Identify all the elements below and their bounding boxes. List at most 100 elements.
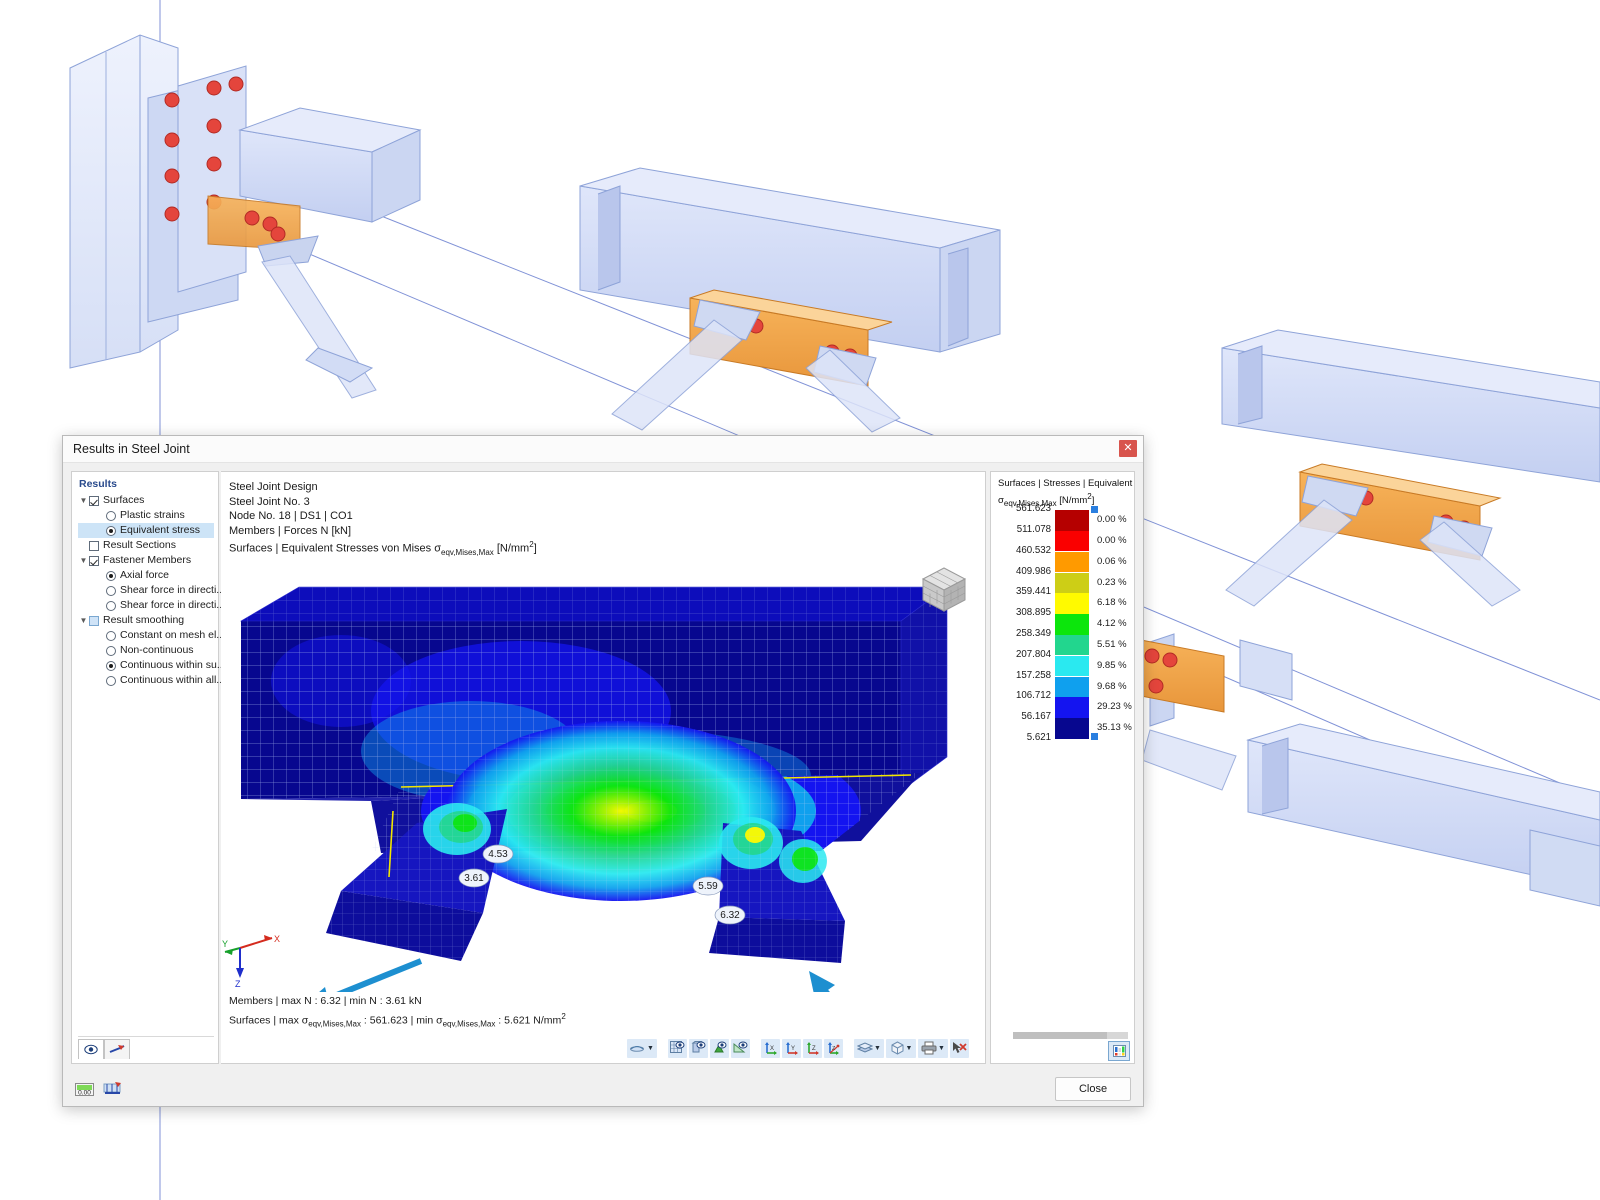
right-joint-assembly (1119, 329, 1600, 907)
axis-xyz-icon: Z (826, 1041, 841, 1055)
tree-item-continuous-within-all[interactable]: ▼Continuous within all... (78, 673, 225, 688)
tree-item-label: Continuous within su... (120, 659, 226, 671)
info-line-members: Members | Forces N [kN] (229, 524, 352, 537)
radio-button[interactable] (106, 630, 116, 641)
legend-min-marker (1091, 733, 1098, 741)
show-sections-button[interactable] (731, 1038, 750, 1058)
checkbox[interactable] (89, 555, 99, 566)
radio-button[interactable] (106, 600, 116, 611)
deselect-button[interactable] (950, 1038, 969, 1058)
radio-button[interactable] (106, 675, 116, 686)
tree-item-constant-on-mesh-el[interactable]: ▼Constant on mesh el... (78, 628, 225, 643)
status-surfaces: Surfaces | max σeqv,Mises,Max : 561.623 … (229, 1012, 566, 1029)
show-nodes-button[interactable] (710, 1038, 729, 1058)
status-members: Members | max N : 6.32 | min N : 3.61 kN (229, 995, 422, 1008)
legend-percent: 9.68 % (1097, 680, 1127, 692)
legend-color-swatch (1055, 635, 1089, 656)
close-icon[interactable]: ✕ (1119, 440, 1137, 457)
legend-color-swatch (1055, 676, 1089, 697)
legend-scale[interactable]: 561.623 0.00 % 511.078 0.00 % 460.532 0.06 % 4… (991, 503, 1134, 1039)
arrow-result-icon[interactable] (104, 1039, 130, 1059)
view-cube-icon[interactable] (915, 563, 973, 617)
radio-button[interactable] (106, 525, 116, 536)
render-mode-button[interactable]: ▼ (627, 1038, 657, 1058)
legend-boundary-value: 56.167 (1021, 711, 1051, 723)
tree-item-plastic-strains[interactable]: ▼Plastic strains (78, 508, 214, 523)
tree-footer-tabs (78, 1036, 214, 1059)
checkbox[interactable] (89, 495, 99, 506)
view-in-x-button[interactable]: X (761, 1038, 780, 1058)
tree-heading: Results (79, 478, 117, 490)
checkbox[interactable] (89, 615, 99, 626)
tree-item-shear-force-in-directi[interactable]: ▼Shear force in directi... (78, 583, 225, 598)
show-surfaces-button[interactable] (668, 1038, 687, 1058)
tree-item-non-continuous[interactable]: ▼Non-continuous (78, 643, 214, 658)
left-column-assembly (69, 34, 422, 399)
legend-color-swatch (1055, 593, 1089, 614)
chevron-down-icon[interactable]: ▼ (78, 496, 89, 505)
middle-joint-assembly (579, 167, 1001, 433)
axis-x-label: X (274, 934, 280, 944)
view-in-y-button[interactable]: Y (782, 1038, 801, 1058)
numeric-values-icon[interactable]: 0.00 (73, 1079, 95, 1099)
layers-button[interactable]: ▼ (854, 1038, 884, 1058)
cursor-cancel-icon (952, 1041, 967, 1055)
print-button[interactable]: ▼ (918, 1038, 948, 1058)
radio-button[interactable] (106, 510, 116, 521)
tree-item-result-sections[interactable]: ▼Result Sections (78, 538, 214, 553)
tree-item-result-smoothing[interactable]: ▼ Result smoothing (78, 613, 214, 628)
radio-button[interactable] (106, 570, 116, 581)
chevron-down-icon[interactable]: ▼ (647, 1045, 654, 1052)
tree-item-label: Shear force in directi... (120, 599, 226, 611)
legend-boundary-value: 308.895 (1015, 607, 1051, 619)
legend-settings-icon[interactable] (1108, 1041, 1130, 1061)
legend-boundary-value: 460.532 (1015, 544, 1051, 556)
radio-button[interactable] (106, 645, 116, 656)
fem-result-viewport[interactable]: 4.53 3.61 5.59 6.32 X Y Z (221, 561, 985, 993)
checkbox[interactable] (89, 540, 99, 551)
chevron-down-icon[interactable]: ▼ (78, 616, 89, 625)
close-button[interactable]: Close (1055, 1077, 1131, 1101)
eye-icon[interactable] (78, 1039, 104, 1059)
tree-item-label: Fastener Members (103, 554, 192, 566)
legend-band: 359.441 6.18 % (991, 586, 1134, 614)
legend-percent: 0.06 % (1097, 555, 1127, 567)
tree-item-axial-force[interactable]: ▼Axial force (78, 568, 214, 583)
chevron-down-icon[interactable]: ▼ (874, 1045, 881, 1052)
legend-percent: 0.00 % (1097, 535, 1127, 547)
legend-boundary-value: 409.986 (1015, 565, 1051, 577)
chevron-down-icon[interactable]: ▼ (938, 1045, 945, 1052)
legend-band: 460.532 0.06 % (991, 545, 1134, 573)
svg-text:5.59: 5.59 (698, 881, 718, 892)
radio-button[interactable] (106, 660, 116, 671)
svg-text:X: X (770, 1046, 774, 1052)
tree-item-continuous-within-su[interactable]: ▼Continuous within su... (78, 658, 226, 673)
legend-color-swatch (1055, 572, 1089, 593)
legend-scrollbar-thumb[interactable] (1013, 1032, 1108, 1039)
view-isometric-button[interactable]: Z (824, 1038, 843, 1058)
view-in-z-button[interactable]: Z (803, 1038, 822, 1058)
chevron-down-icon[interactable]: ▼ (78, 556, 89, 565)
box-view-button[interactable]: ▼ (886, 1038, 916, 1058)
tree-item-surfaces[interactable]: ▼ Surfaces (78, 493, 214, 508)
svg-text:0.00: 0.00 (78, 1089, 91, 1096)
radio-button[interactable] (106, 585, 116, 596)
legend-band: 511.078 0.00 % (991, 524, 1134, 552)
mesh-eye-icon (670, 1041, 685, 1055)
legend-boundary-value: 258.349 (1015, 628, 1051, 640)
chevron-down-icon[interactable]: ▼ (906, 1045, 913, 1052)
legend-scrollbar[interactable] (1013, 1032, 1128, 1039)
legend-percent: 4.12 % (1097, 618, 1127, 630)
show-solids-button[interactable] (689, 1038, 708, 1058)
tree-item-equivalent-stress[interactable]: ▼Equivalent stress (78, 523, 214, 538)
dialog-title: Results in Steel Joint (73, 442, 190, 456)
result-diagram-icon[interactable] (101, 1079, 123, 1099)
tree-item-label: Result smoothing (103, 614, 185, 626)
tree-item-fastener-members[interactable]: ▼ Fastener Members (78, 553, 214, 568)
tree-item-label: Result Sections (103, 539, 176, 551)
force-arrow-left-head (318, 986, 327, 993)
tree-item-shear-force-in-directi[interactable]: ▼Shear force in directi... (78, 598, 225, 613)
fem-result-graphic: 4.53 3.61 5.59 6.32 (239, 586, 948, 993)
node-eye-icon (712, 1041, 727, 1055)
legend-percent: 5.51 % (1097, 639, 1127, 651)
